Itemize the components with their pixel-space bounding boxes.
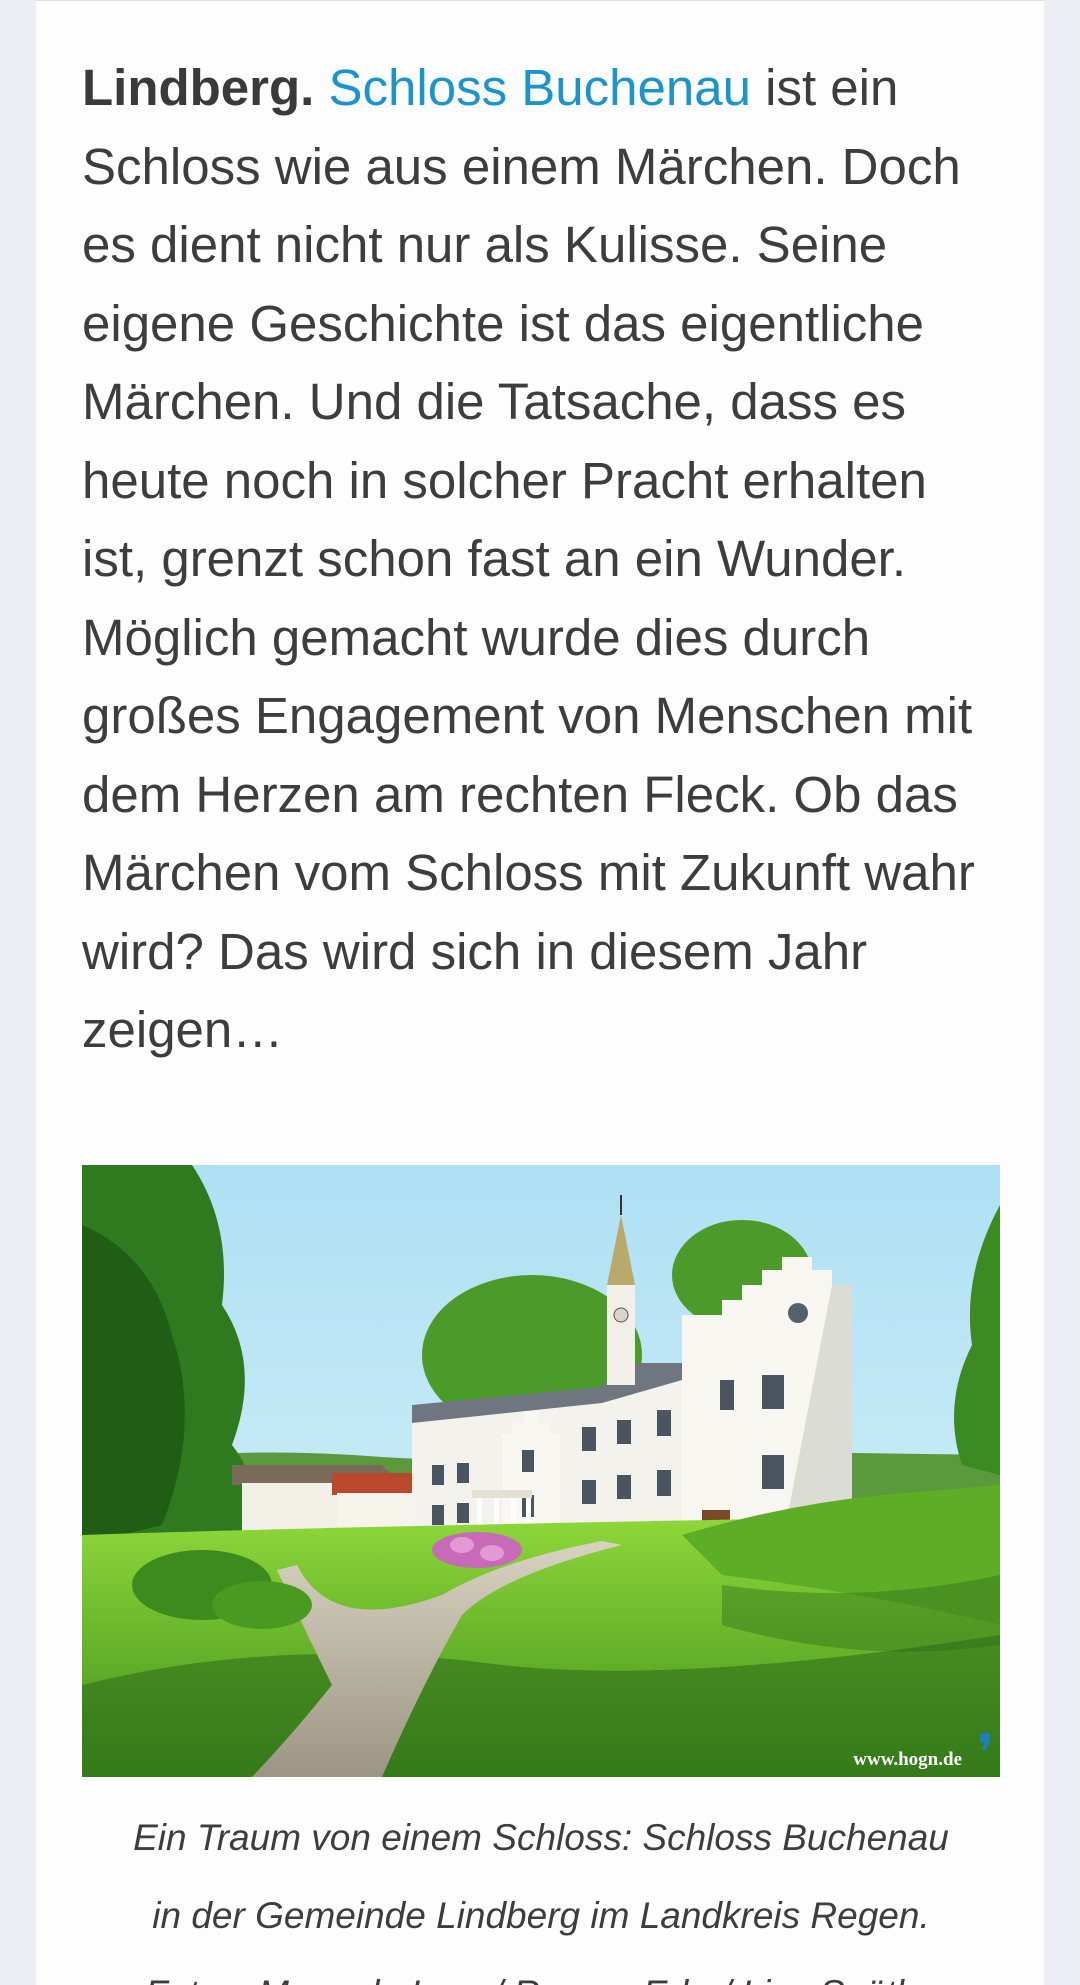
castle-photo-illustration	[82, 1165, 1000, 1777]
article-paragraph: Lindberg. Schloss Buchenau ist ein Schlo…	[82, 49, 1002, 1070]
photo-caption: Ein Traum von einem Schloss: Schloss Buc…	[82, 1777, 1000, 1985]
caption-line: Ein Traum von einem Schloss: Schloss Buc…	[133, 1817, 949, 1858]
watermark-logo-icon: ❜	[977, 1726, 994, 1778]
caption-line: in der Gemeinde Lindberg im Landkreis Re…	[152, 1895, 930, 1936]
article-card: Lindberg. Schloss Buchenau ist ein Schlo…	[36, 0, 1044, 1985]
watermark-text: www.hogn.de	[853, 1749, 962, 1770]
schloss-buchenau-link[interactable]: Schloss Buchenau	[329, 59, 751, 116]
article-figure: www.hogn.de ❜ Ein Traum von einem Schlos…	[82, 1165, 1000, 1985]
caption-line: Fotos: Manuela Lang/ Roman Eder/ Lisa Sp…	[82, 1955, 1000, 1985]
castle-photo[interactable]: www.hogn.de ❜	[82, 1165, 1000, 1777]
article-body-text: ist ein Schloss wie aus einem Märchen. D…	[82, 59, 975, 1058]
dateline: Lindberg.	[82, 59, 315, 116]
